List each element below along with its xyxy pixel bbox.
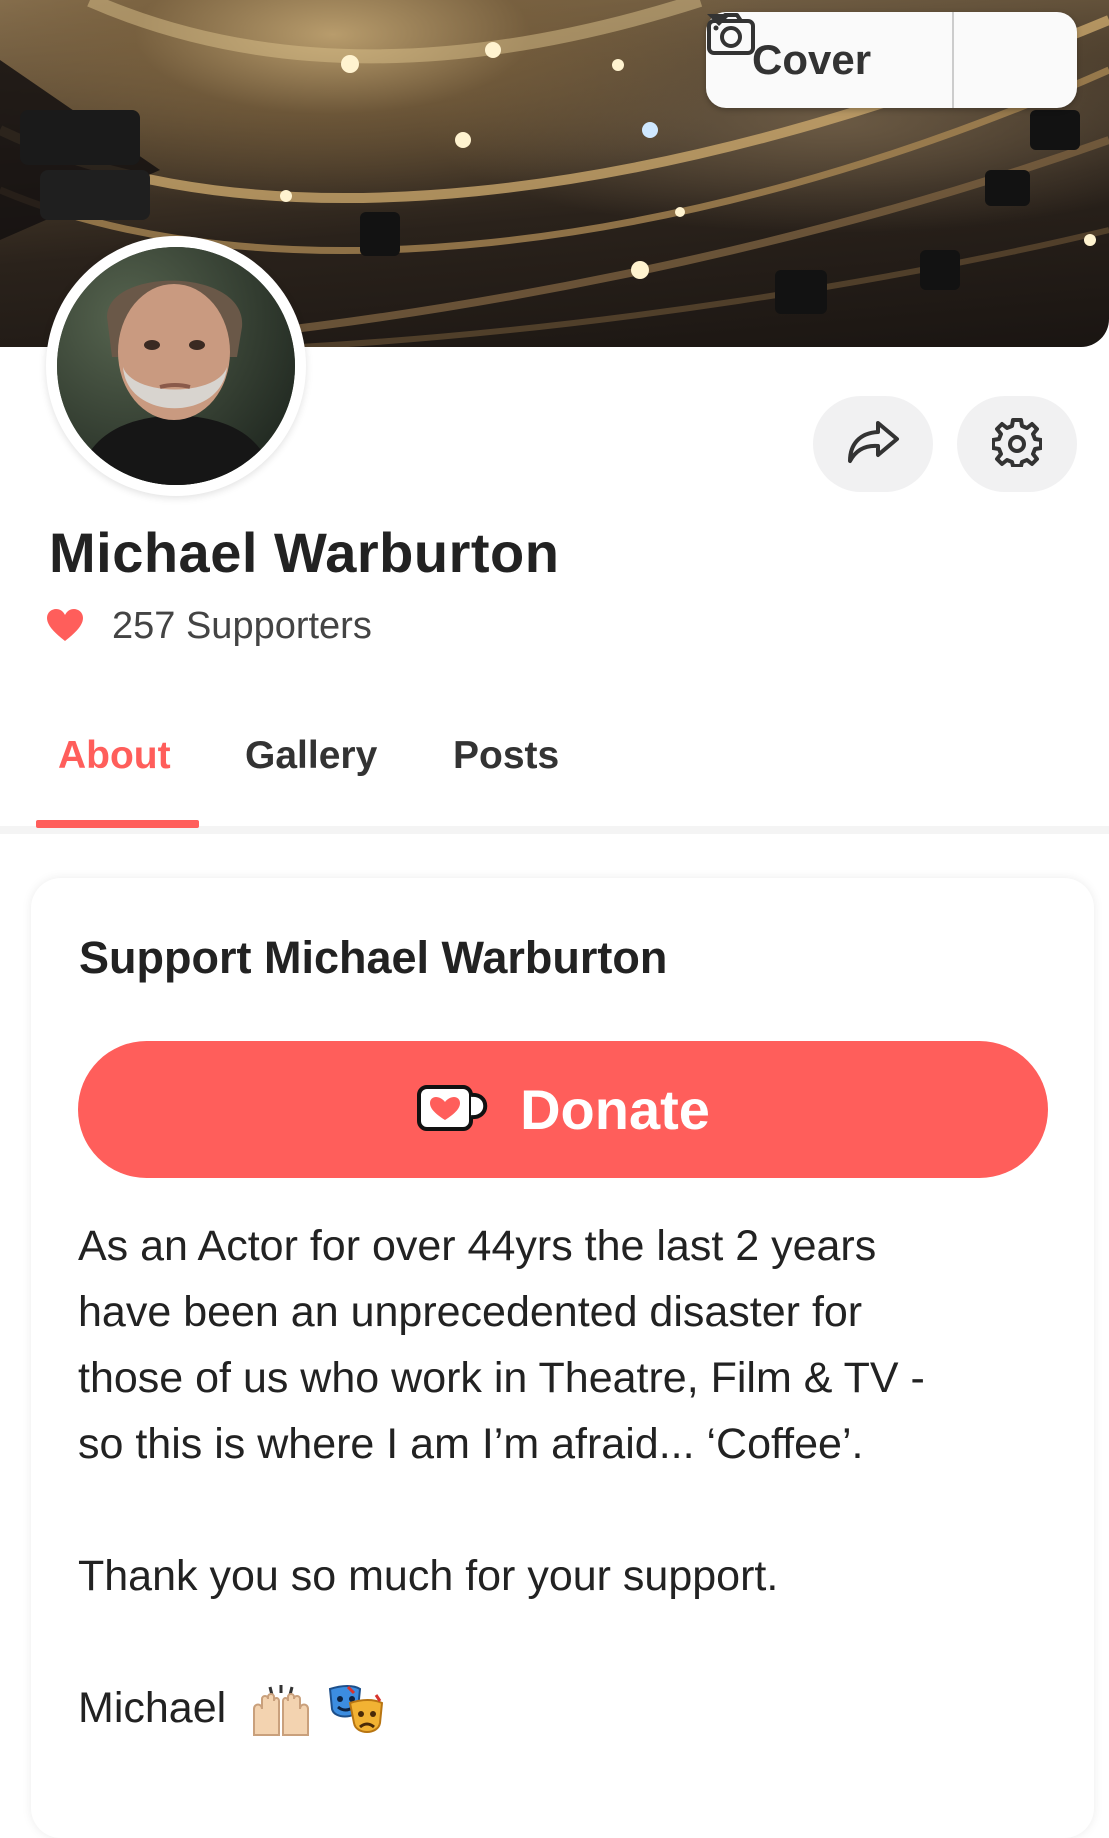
gear-icon <box>991 417 1043 471</box>
active-tab-indicator <box>36 820 199 828</box>
support-message-line: those of us who work in Theatre, Film & … <box>78 1354 925 1402</box>
raising-hands-emoji <box>250 1684 312 1737</box>
performing-arts-emoji <box>326 1683 384 1739</box>
profile-tabs: About Gallery Posts <box>0 724 1109 834</box>
support-card-title: Support Michael Warburton <box>79 932 668 983</box>
profile-name: Michael Warburton <box>49 521 560 584</box>
donate-button[interactable]: Donate <box>78 1041 1048 1178</box>
cover-dropdown-button[interactable] <box>707 12 1077 108</box>
cover-button[interactable]: Cover <box>706 12 952 108</box>
donate-label: Donate <box>520 1078 710 1141</box>
supporters-label: 257 Supporters <box>112 605 372 647</box>
avatar[interactable] <box>46 236 306 496</box>
supporters-count: 257 Supporters <box>46 605 372 648</box>
support-signature: Michael <box>78 1684 227 1732</box>
support-message-line: have been an unprecedented disaster for <box>78 1288 863 1336</box>
tab-about[interactable]: About <box>58 734 171 778</box>
support-thanks: Thank you so much for your support. <box>78 1552 779 1600</box>
cover-button-group: Cover <box>706 12 1077 108</box>
share-arrow-icon <box>845 419 901 469</box>
settings-button[interactable] <box>957 396 1077 492</box>
avatar-image <box>57 247 295 485</box>
support-message-line: so this is where I am I’m afraid... ‘Cof… <box>78 1420 864 1468</box>
support-signature-line: Michael <box>78 1675 1068 1741</box>
support-message: As an Actor for over 44yrs the last 2 ye… <box>78 1213 1068 1741</box>
coffee-cup-heart-icon <box>416 1083 492 1137</box>
support-card: Support Michael Warburton Donate As an A… <box>31 878 1094 1838</box>
support-message-line: As an Actor for over 44yrs the last 2 ye… <box>78 1222 877 1270</box>
tab-posts[interactable]: Posts <box>453 734 559 778</box>
tab-gallery[interactable]: Gallery <box>245 734 377 778</box>
heart-icon <box>46 608 84 646</box>
share-button[interactable] <box>813 396 933 492</box>
cover-button-label: Cover <box>752 36 872 83</box>
